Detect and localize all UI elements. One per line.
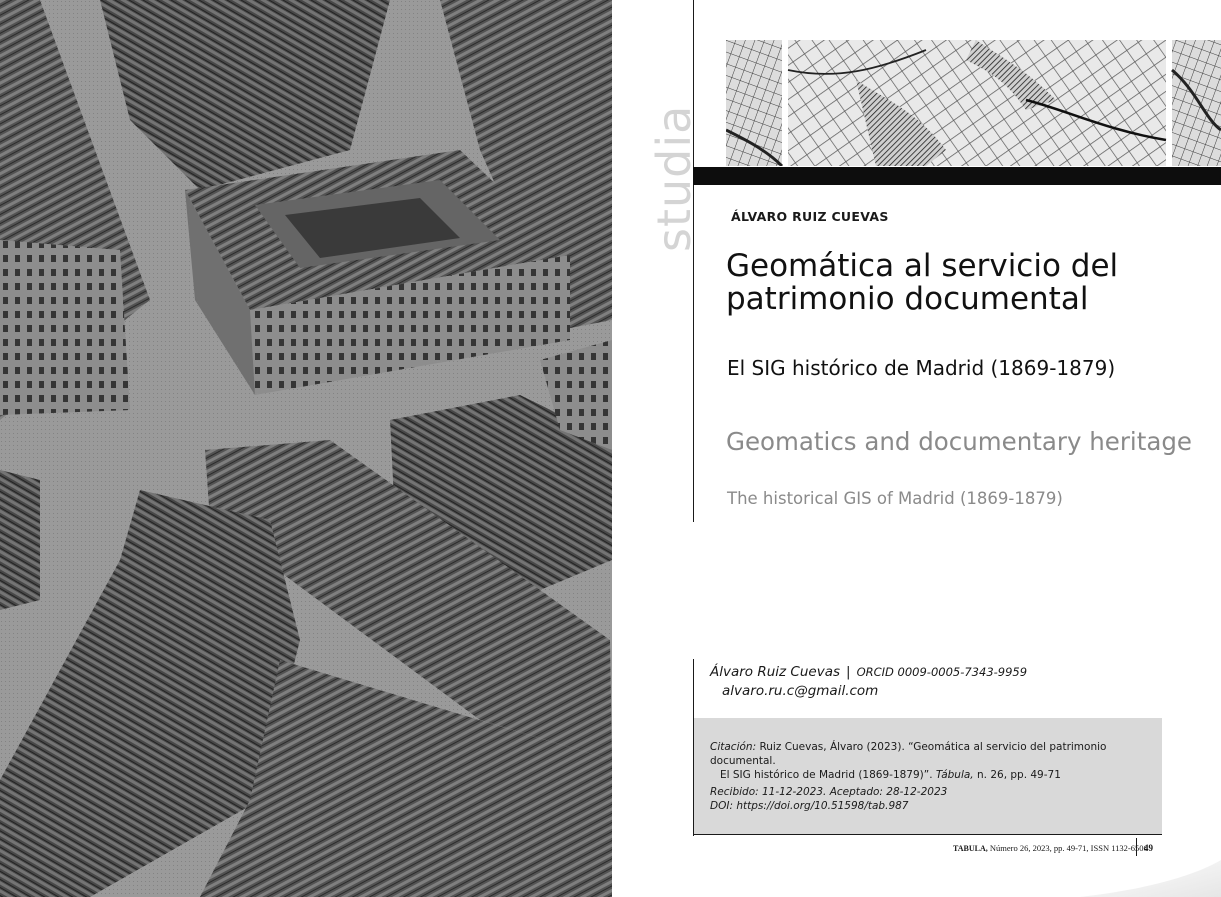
article-title-spanish: Geomática al servicio del patrimonio doc… bbox=[726, 248, 1119, 317]
page-number: 49 bbox=[1144, 843, 1153, 853]
journal-brand: TABULA, bbox=[953, 844, 988, 853]
journal-footer: TABULA, Número 26, 2023, pp. 49-71, ISSN… bbox=[953, 843, 1148, 853]
contact-separator: | bbox=[846, 664, 851, 680]
doi-link[interactable]: DOI: https://doi.org/10.51598/tab.987 bbox=[710, 799, 947, 813]
author-email-link[interactable]: alvaro.ru.c@gmail.com bbox=[722, 683, 878, 699]
citation-label: Citación: bbox=[710, 741, 757, 753]
author-name: Álvaro Ruiz Cuevas bbox=[710, 664, 840, 680]
article-title-english: Geomatics and documentary heritage bbox=[726, 427, 1192, 456]
citation-line-2-a: El SIG histórico de Madrid (1869-1879)”. bbox=[720, 769, 933, 781]
footer-separator bbox=[1136, 838, 1137, 856]
author-contact-line: Álvaro Ruiz Cuevas | ORCID 0009-0005-7343-… bbox=[710, 664, 1027, 680]
citation-dates: Recibido: 11-12-2023. Aceptado: 28-12-20… bbox=[710, 785, 947, 813]
journal-issue-info: Número 26, 2023, pp. 49-71, ISSN 1132-65… bbox=[989, 843, 1148, 853]
footer-rule bbox=[694, 834, 1162, 835]
article-subtitle-english: The historical GIS of Madrid (1869-1879) bbox=[727, 489, 1063, 508]
header-black-bar bbox=[693, 167, 1221, 185]
citation-line-1: Ruiz Cuevas, Álvaro (2023). “Geomática a… bbox=[710, 741, 1107, 767]
orcid-id[interactable]: ORCID 0009-0005-7343-9959 bbox=[857, 665, 1028, 679]
citation-line-2: El SIG histórico de Madrid (1869-1879)”.… bbox=[710, 768, 1155, 782]
citation-text: Citación: Ruiz Cuevas, Álvaro (2023). “G… bbox=[710, 740, 1155, 782]
article-subtitle-spanish: El SIG histórico de Madrid (1869-1879) bbox=[727, 356, 1116, 380]
citation-line-2-b: n. 26, pp. 49-71 bbox=[977, 769, 1061, 781]
received-accepted-dates: Recibido: 11-12-2023. Aceptado: 28-12-20… bbox=[710, 786, 948, 798]
page-curl-shadow bbox=[1080, 860, 1221, 897]
historical-map-strip bbox=[725, 40, 1221, 168]
cover-photograph-city-model bbox=[0, 0, 612, 897]
citation-journal: Tábula, bbox=[935, 769, 974, 781]
citation-box: Citación: Ruiz Cuevas, Álvaro (2023). “G… bbox=[694, 718, 1162, 834]
author-name-heading: ÁLVARO RUIZ CUEVAS bbox=[731, 209, 889, 224]
